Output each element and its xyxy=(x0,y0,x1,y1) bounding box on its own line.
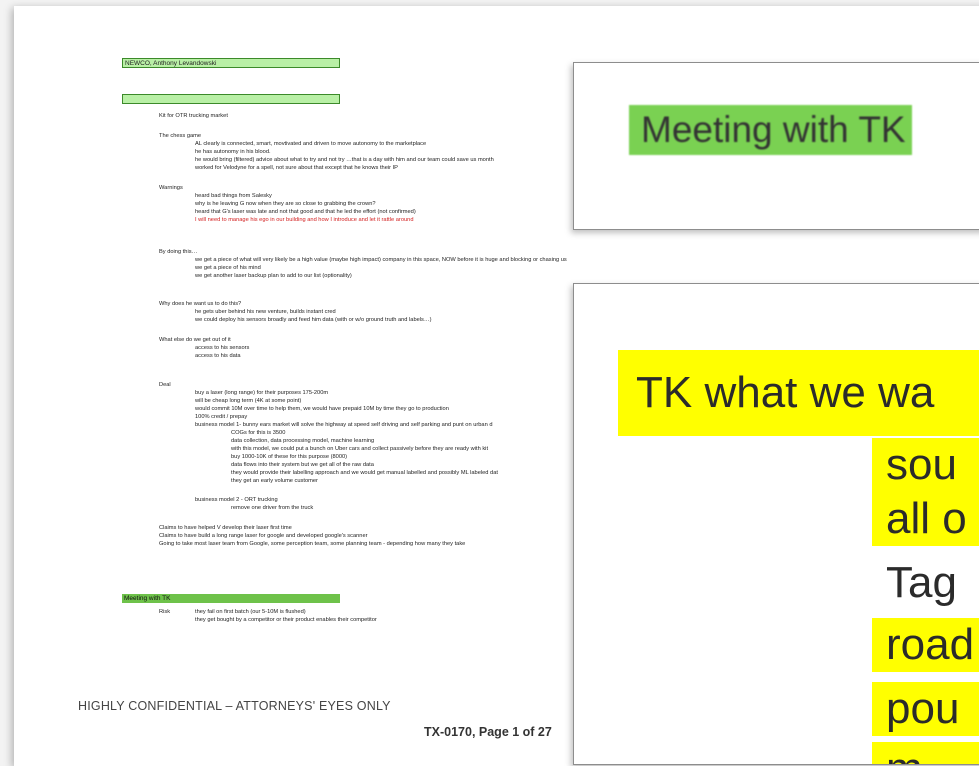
meeting-highlight: Meeting with TK xyxy=(122,594,340,603)
title-highlight: NEWCO, Anthony Levandowski xyxy=(122,58,340,68)
zoom-highlight-text: Meeting with TK xyxy=(629,105,912,155)
page-number: TX-0170, Page 1 of 27 xyxy=(424,725,552,739)
note-line: Deal xyxy=(159,382,171,388)
note-line: remove one driver from the truck xyxy=(231,505,314,511)
note-line: Going to take most laser team from Googl… xyxy=(159,541,466,547)
note-line: we could deploy his sensors broadly and … xyxy=(195,317,432,323)
empty-highlight xyxy=(122,94,340,104)
note-line: they get bought by a competitor or their… xyxy=(195,617,377,623)
confidentiality-notice: HIGHLY CONFIDENTIAL – ATTORNEYS' EYES ON… xyxy=(78,699,391,713)
note-line: we get another laser backup plan to add … xyxy=(195,273,352,279)
note-line: they get an early volume customer xyxy=(231,478,318,484)
zoom-line: Tag xyxy=(886,558,957,607)
zoom-line: road xyxy=(872,618,979,672)
risk-label: Risk xyxy=(159,609,171,615)
zoom-line: sou xyxy=(872,438,979,492)
note-line: worked for Velodyne for a spell, not sur… xyxy=(195,165,398,171)
note-line: Warnings xyxy=(159,185,183,191)
zoom-callout-top: Meeting with TK xyxy=(573,62,979,230)
zoom-line: all o xyxy=(872,492,979,546)
zoom-callout-bottom: TK what we wa sou all o Tag road pou m xyxy=(573,283,979,765)
note-line: By doing this… xyxy=(159,249,198,255)
zoom-line: m xyxy=(872,742,979,764)
zoom-headline: TK what we wa xyxy=(618,350,979,436)
note-line-warning: I will need to manage his ego in our bui… xyxy=(195,217,414,223)
zoom-line: pou xyxy=(872,682,979,736)
note-line: access to his data xyxy=(195,353,241,359)
note-line: Kit for OTR trucking market xyxy=(159,113,228,119)
